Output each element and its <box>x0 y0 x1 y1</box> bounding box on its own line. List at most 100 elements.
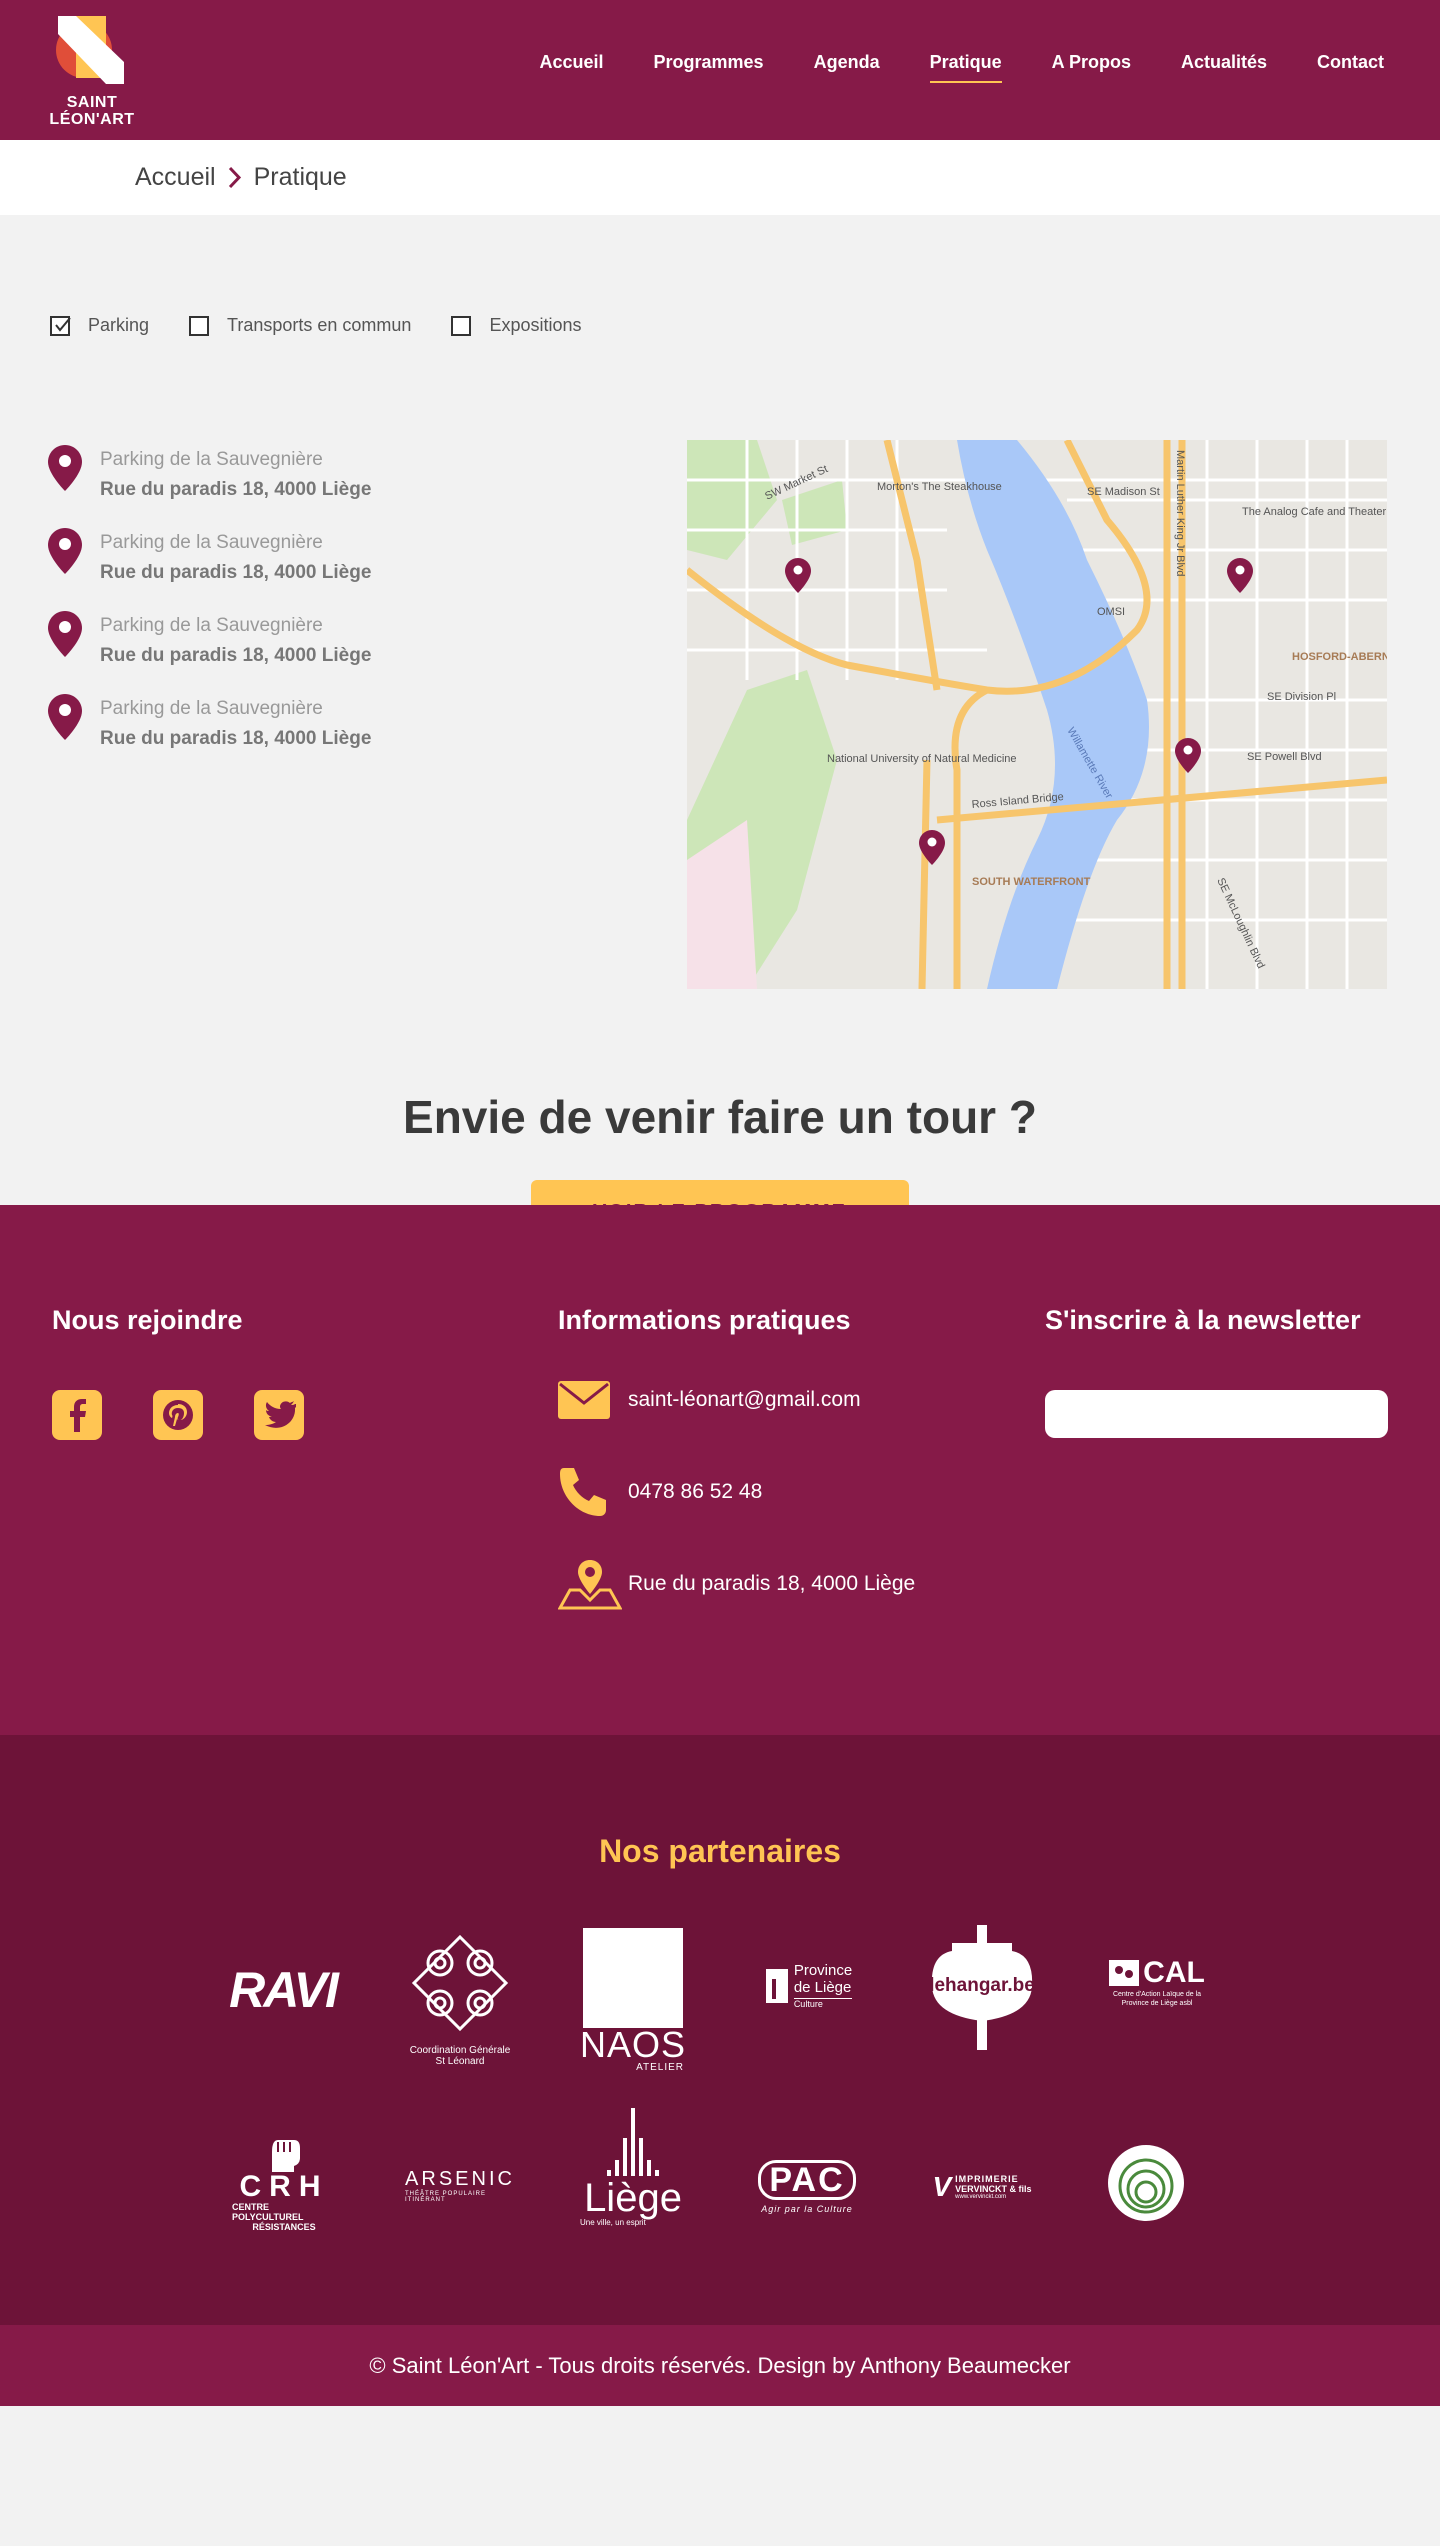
partner-liege[interactable]: Liège Une ville, un esprit <box>580 2100 686 2235</box>
hangar-logo-icon: lehangar.be <box>930 1925 1034 2050</box>
filter-transports[interactable]: Transports en commun <box>189 315 411 336</box>
list-item[interactable]: Parking de la Sauvegnière Rue du paradis … <box>48 445 371 528</box>
copyright-text: © Saint Léon'Art - Tous droits réservés.… <box>369 2352 1071 2378</box>
partners-title: Nos partenaires <box>599 1833 841 1869</box>
partner-logo-text: CRH <box>239 2170 329 2203</box>
footer-info: Nous rejoindre Informations pratiques S'… <box>0 1205 1440 1735</box>
naos-square <box>583 1927 683 2028</box>
partner-logo-text: Culture <box>793 1997 853 2009</box>
partner-logo-text: RÉSISTANCES <box>252 2222 316 2232</box>
facebook-icon <box>70 1399 86 1432</box>
partner-logo-text: VERVINCKT & fils <box>955 2184 1032 2194</box>
partner-imprimerie[interactable]: V IMPRIMERIE VERVINCKT & fils www.vervin… <box>930 2165 1034 2209</box>
partner-logo-text: Liège <box>584 2176 682 2220</box>
map-label: Morton's The Steakhouse <box>877 481 1002 493</box>
partner-logo-text: Province <box>793 1961 853 1979</box>
twitter-link[interactable] <box>254 1390 304 1440</box>
filter-expositions[interactable]: Expositions <box>451 315 582 336</box>
filter-label: Transports en commun <box>227 315 412 335</box>
partner-logo-text: Agir par la Culture <box>761 2204 853 2214</box>
map-label: National University of Natural Medicine <box>827 753 1017 765</box>
map-canvas[interactable]: Morton's The Steakhouse SW Market St SE … <box>687 440 1387 989</box>
copyright-bar: © Saint Léon'Art - Tous droits réservés.… <box>0 2325 1440 2406</box>
parking-address: Rue du paradis 18, 4000 Liège <box>100 562 372 583</box>
list-item[interactable]: Parking de la Sauvegnière Rue du paradis … <box>48 528 371 611</box>
footer-join-title: Nous rejoindre <box>52 1305 243 1335</box>
pinterest-icon <box>163 1400 193 1430</box>
facebook-link[interactable] <box>52 1390 102 1440</box>
cal-emblem-icon <box>1109 1960 1140 1986</box>
partner-logo-text: www.vervinckt.com <box>955 2194 1007 2200</box>
partner-logo-text: Coordination Générale <box>409 2045 511 2056</box>
checkbox-unchecked[interactable] <box>451 315 472 336</box>
footer-info-title: Informations pratiques <box>558 1305 851 1335</box>
filter-label: Expositions <box>489 315 582 335</box>
info-phone[interactable]: 0478 86 52 48 <box>558 1464 762 1520</box>
parking-list: Parking de la Sauvegnière Rue du paradis … <box>48 445 371 777</box>
province-emblem-icon <box>765 1969 788 2003</box>
map-pin-icon <box>48 694 82 740</box>
map-label: The Analog Cafe and Theater <box>1242 506 1386 518</box>
parking-address: Rue du paradis 18, 4000 Liège <box>100 728 372 749</box>
partner-cal[interactable]: CAL Centre d'Action Laïque de la Provinc… <box>1106 1947 1208 2017</box>
list-item[interactable]: Parking de la Sauvegnière Rue du paradis … <box>48 694 371 777</box>
footer-phone: 0478 86 52 48 <box>628 1480 763 1503</box>
parking-name: Parking de la Sauvegnière <box>100 532 323 553</box>
cta-title: Envie de venir faire un tour ? <box>403 1091 1037 1143</box>
partner-circle[interactable] <box>1106 2143 1186 2223</box>
partner-logo-text: RAVI <box>229 1962 339 2018</box>
partner-pac[interactable]: PAC Agir par la Culture <box>756 2157 858 2217</box>
map-label: SE Division Pl <box>1267 691 1336 703</box>
envelope-icon <box>558 1381 610 1419</box>
pinterest-link[interactable] <box>153 1390 203 1440</box>
partner-coordination[interactable]: Coordination Générale St Léonard <box>400 1925 520 2075</box>
partner-logo-text: St Léonard <box>435 2056 485 2067</box>
checkbox-checked[interactable] <box>50 315 71 336</box>
parking-address: Rue du paradis 18, 4000 Liège <box>100 479 372 500</box>
location-map-icon <box>558 1560 622 1610</box>
map-label: SOUTH WATERFRONT <box>972 876 1091 888</box>
raised-fist-icon <box>272 2140 300 2172</box>
footer-address: Rue du paradis 18, 4000 Liège <box>628 1572 916 1595</box>
partner-crh[interactable]: CRH CENTRE POLYCULTUREL RÉSISTANCES <box>232 2130 336 2240</box>
partner-logo-text: Une ville, un esprit <box>580 2218 646 2227</box>
vp-monogram: V <box>932 2171 952 2202</box>
map[interactable]: Morton's The Steakhouse SW Market St SE … <box>687 440 1387 989</box>
parking-name: Parking de la Sauvegnière <box>100 698 323 719</box>
list-item[interactable]: Parking de la Sauvegnière Rue du paradis … <box>48 611 371 694</box>
partner-logo-text: ARSENIC <box>405 2167 515 2190</box>
footer-newsletter-title: S'inscrire à la newsletter <box>1045 1305 1361 1335</box>
partner-logo-text: CAL <box>1143 1956 1205 1989</box>
map-pin-icon <box>48 528 82 574</box>
map-label: HOSFORD-ABERNETHY <box>1292 651 1387 663</box>
footer-email: saint-léonart@gmail.com <box>628 1388 861 1411</box>
partner-naos[interactable]: NAOS ATELIER <box>580 1925 685 2075</box>
newsletter-input[interactable] <box>1045 1390 1388 1438</box>
partner-ravi[interactable]: RAVI <box>228 1935 339 2045</box>
main-content: Parking Transports en commun Expositions… <box>0 0 1440 1245</box>
map-label: Martin Luther King Jr Blvd <box>1174 450 1186 577</box>
map-pin-icon <box>48 445 82 491</box>
map-pin-icon <box>48 611 82 657</box>
info-email[interactable]: saint-léonart@gmail.com <box>558 1372 861 1428</box>
info-address[interactable]: Rue du paradis 18, 4000 Liège <box>558 1556 915 1612</box>
partner-lehangar[interactable]: lehangar.be <box>930 1925 1034 2050</box>
checkbox-unchecked[interactable] <box>189 315 210 336</box>
partners-section: Nos partenaires RAVI Coordination Généra… <box>0 1735 1440 2325</box>
partner-logo-text: CENTRE POLYCULTUREL <box>232 2202 304 2222</box>
parking-name: Parking de la Sauvegnière <box>100 615 323 636</box>
check-icon <box>55 316 71 332</box>
phone-icon <box>560 1468 606 1516</box>
partner-logo-text: PAC <box>758 2160 856 2200</box>
partner-logo-text: THÉÂTRE POPULAIRE ITINÉRANT <box>405 2190 487 2203</box>
liege-bars-icon <box>607 2108 659 2176</box>
twitter-icon <box>265 1401 296 1428</box>
social-links <box>52 1390 304 1440</box>
partner-arsenic[interactable]: ARSENIC THÉÂTRE POPULAIRE ITINÉRANT <box>405 2155 515 2215</box>
filter-parking[interactable]: Parking <box>50 315 149 336</box>
map-filters: Parking Transports en commun Expositions <box>50 315 582 336</box>
map-label: SE Madison St <box>1087 486 1160 498</box>
partner-logo-text: lehangar.be <box>930 1975 1034 1996</box>
parking-address: Rue du paradis 18, 4000 Liège <box>100 645 372 666</box>
partner-province-liege[interactable]: Province de Liège Culture <box>758 1950 858 2020</box>
